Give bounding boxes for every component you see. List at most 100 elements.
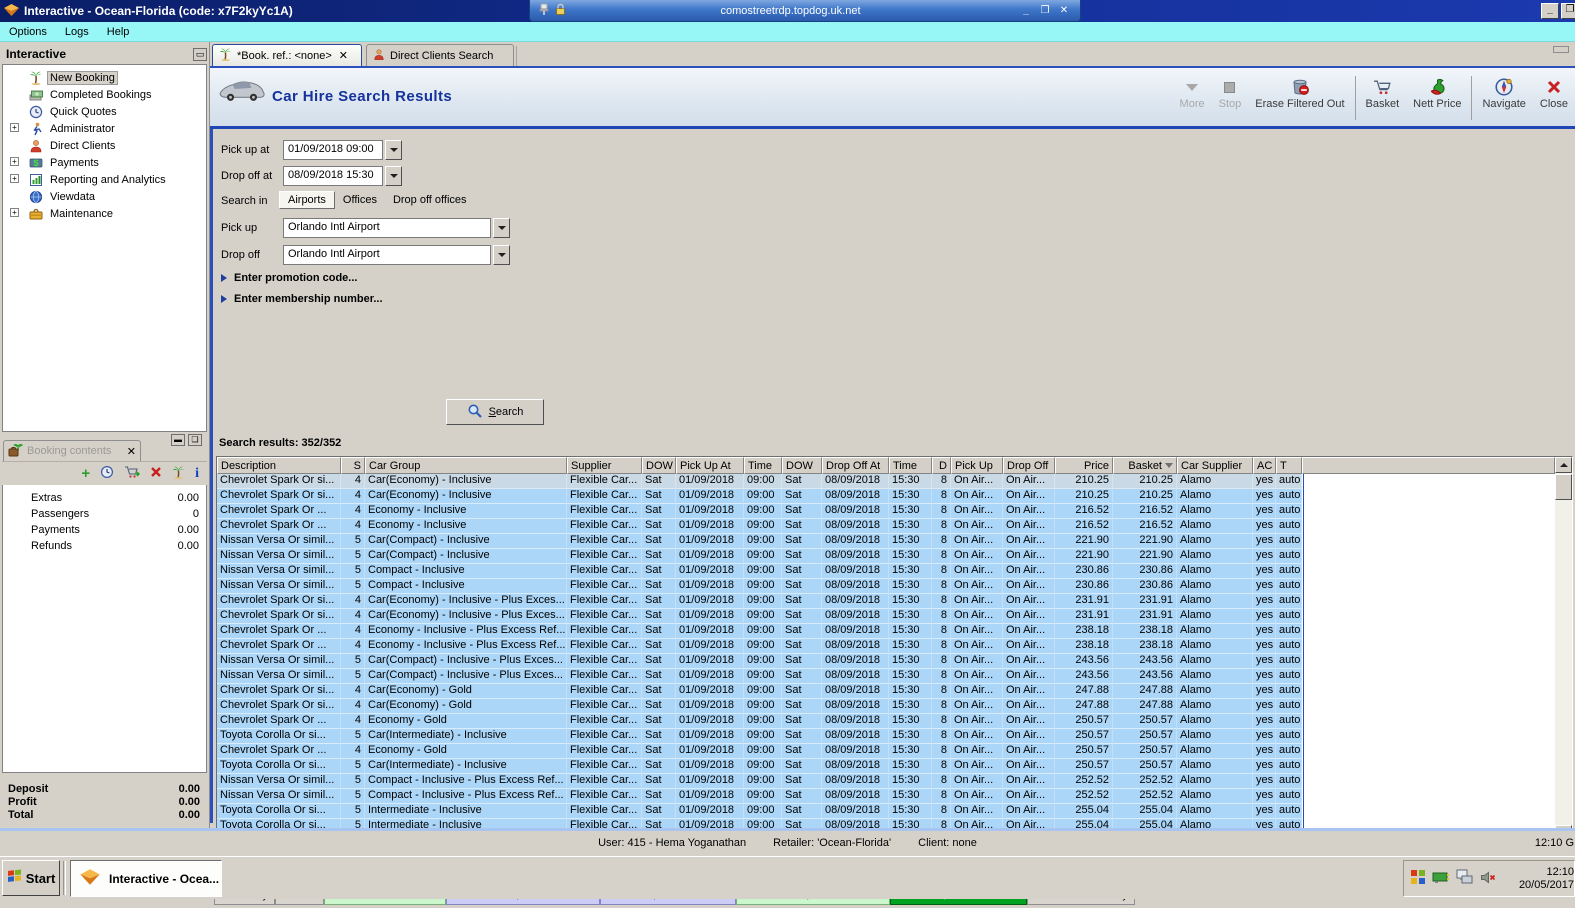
delete-x-icon[interactable] bbox=[150, 466, 162, 481]
result-row[interactable]: Chevrolet Spark Or si... 4 Car(Economy) - … bbox=[217, 609, 1555, 624]
sidebar-item-viewdata[interactable]: Viewdata bbox=[3, 188, 206, 205]
cart-arrow-icon[interactable] bbox=[124, 465, 141, 482]
pin-icon[interactable] bbox=[538, 2, 550, 19]
sidebar-item-administrator[interactable]: + Administrator bbox=[3, 120, 206, 137]
result-row[interactable]: Chevrolet Spark Or ... 4 Economy - Gold Fle… bbox=[217, 744, 1555, 759]
drop-off-at-dropdown-button[interactable] bbox=[385, 166, 402, 186]
tab-close-icon[interactable]: ✕ bbox=[339, 49, 348, 62]
column-header-car-group[interactable]: Car Group bbox=[365, 457, 567, 474]
sidebar-item-reporting[interactable]: + Reporting and Analytics bbox=[3, 171, 206, 188]
result-row[interactable]: Chevrolet Spark Or si... 4 Car(Economy) - … bbox=[217, 699, 1555, 714]
booking-contents-close-icon[interactable]: ✕ bbox=[127, 445, 136, 458]
list-item[interactable]: Extras 0.00 bbox=[3, 491, 206, 507]
sidebar-collapse-button[interactable]: ▭ bbox=[193, 47, 207, 61]
taskbar-app-button[interactable]: Interactive - Ocea... bbox=[70, 860, 222, 897]
pick-up-dropdown-button[interactable] bbox=[493, 218, 510, 238]
result-row[interactable]: Nissan Versa Or simil... 5 Compact - Inclu… bbox=[217, 789, 1555, 804]
result-row[interactable]: Toyota Corolla Or si... 5 Intermediate - I… bbox=[217, 804, 1555, 819]
result-row[interactable]: Nissan Versa Or simil... 5 Compact - Inclu… bbox=[217, 774, 1555, 789]
column-header-t[interactable]: T bbox=[1276, 457, 1302, 474]
result-row[interactable]: Chevrolet Spark Or ... 4 Economy - Inclusi… bbox=[217, 519, 1555, 534]
column-header-dow[interactable]: DOW bbox=[782, 457, 822, 474]
result-row[interactable]: Chevrolet Spark Or si... 4 Car(Economy) - … bbox=[217, 594, 1555, 609]
drop-off-at-input[interactable]: 08/09/2018 15:30 bbox=[283, 166, 383, 186]
sidebar-item-direct-clients[interactable]: Direct Clients bbox=[3, 137, 206, 154]
tab-booking-ref[interactable]: *Book. ref.: <none> ✕ bbox=[212, 44, 362, 66]
search-in-drop-off-offices[interactable]: Drop off offices bbox=[385, 192, 475, 208]
result-row[interactable]: Nissan Versa Or simil...5Car(Compact) - … bbox=[217, 549, 1555, 564]
tray-app-icon[interactable] bbox=[1410, 869, 1426, 888]
expand-plus-icon[interactable]: + bbox=[10, 123, 19, 132]
sidebar-item-completed-bookings[interactable]: Completed Bookings bbox=[3, 86, 206, 103]
drop-off-dropdown-button[interactable] bbox=[493, 245, 510, 265]
result-row[interactable]: Chevrolet Spark Or si... 4 Car(Economy) - … bbox=[217, 474, 1555, 489]
list-item[interactable]: Refunds 0.00 bbox=[3, 539, 206, 555]
result-row[interactable]: Nissan Versa Or simil...5Car(Compact) - … bbox=[217, 534, 1555, 549]
sidebar-item-maintenance[interactable]: + Maintenance bbox=[3, 205, 206, 222]
result-row[interactable]: Chevrolet Spark Or ... 4 Economy - Inclusi… bbox=[217, 504, 1555, 519]
tab-direct-clients-search[interactable]: Direct Clients Search bbox=[366, 44, 514, 66]
promotion-code-expander[interactable]: Enter promotion code... bbox=[221, 272, 357, 284]
network-card-icon[interactable] bbox=[1432, 870, 1450, 887]
sidebar-item-new-booking[interactable]: New Booking bbox=[3, 69, 206, 86]
column-header-s[interactable]: S bbox=[341, 457, 365, 474]
add-icon[interactable]: + bbox=[81, 466, 90, 481]
close-button[interactable]: Close bbox=[1533, 72, 1575, 110]
pick-up-at-input[interactable]: 01/09/2018 09:00 bbox=[283, 140, 383, 160]
search-in-offices[interactable]: Offices bbox=[335, 192, 385, 208]
scroll-up-button[interactable] bbox=[1555, 457, 1572, 473]
column-header-basket[interactable]: Basket bbox=[1113, 457, 1177, 474]
membership-number-expander[interactable]: Enter membership number... bbox=[221, 293, 383, 305]
navigate-button[interactable]: Navigate bbox=[1475, 72, 1532, 110]
nett-price-button[interactable]: Nett Price bbox=[1406, 72, 1468, 110]
sidebar-item-payments[interactable]: + $ Payments bbox=[3, 154, 206, 171]
result-row[interactable]: Chevrolet Spark Or ... 4 Economy - Inclusi… bbox=[217, 639, 1555, 654]
stop-button[interactable]: Stop bbox=[1212, 72, 1249, 110]
booking-contents-maximize-button[interactable]: ❏ bbox=[188, 434, 202, 446]
menu-options[interactable]: Options bbox=[0, 24, 56, 40]
column-header-drop-off[interactable]: Drop Off bbox=[1003, 457, 1055, 474]
column-header-price[interactable]: Price bbox=[1055, 457, 1113, 474]
strip-collapse-button[interactable] bbox=[1553, 46, 1569, 53]
result-row[interactable]: Toyota Corolla Or si... 5 Car(Intermediate… bbox=[217, 729, 1555, 744]
menu-logs[interactable]: Logs bbox=[56, 24, 98, 40]
quote-clock-icon[interactable] bbox=[100, 465, 114, 482]
booking-contents-minimize-button[interactable]: ▬ bbox=[171, 434, 185, 446]
result-row[interactable]: Nissan Versa Or simil...5Car(Compact) - … bbox=[217, 654, 1555, 669]
column-header-dow[interactable]: DOW bbox=[642, 457, 676, 474]
info-icon[interactable]: i bbox=[195, 466, 199, 482]
result-row[interactable]: Chevrolet Spark Or ... 4 Economy - Gold Fle… bbox=[217, 714, 1555, 729]
list-item[interactable]: Payments 0.00 bbox=[3, 523, 206, 539]
column-header-car-supplier[interactable]: Car Supplier bbox=[1177, 457, 1253, 474]
result-row[interactable]: Chevrolet Spark Or ... 4 Economy - Inclusi… bbox=[217, 624, 1555, 639]
vertical-scrollbar[interactable] bbox=[1555, 457, 1572, 841]
scrollbar-thumb[interactable] bbox=[1555, 474, 1572, 500]
column-header-d[interactable]: D bbox=[932, 457, 951, 474]
result-row[interactable]: Nissan Versa Or simil...5Car(Compact) - … bbox=[217, 669, 1555, 684]
rdp-close-button[interactable]: ✕ bbox=[1056, 4, 1072, 18]
expand-plus-icon[interactable]: + bbox=[10, 157, 19, 166]
booking-contents-tab[interactable]: Booking contents ✕ bbox=[3, 440, 141, 461]
column-header-supplier[interactable]: Supplier bbox=[567, 457, 642, 474]
list-item[interactable]: Passengers 0 bbox=[3, 507, 206, 523]
rdp-restore-button[interactable]: ❐ bbox=[1037, 4, 1053, 18]
result-row[interactable]: Toyota Corolla Or si... 5 Car(Intermediate… bbox=[217, 759, 1555, 774]
search-button[interactable]: Search bbox=[446, 399, 544, 425]
column-header-pick-up[interactable]: Pick Up bbox=[951, 457, 1003, 474]
window-restore-button[interactable]: ❐ bbox=[1561, 3, 1575, 19]
pick-up-at-dropdown-button[interactable] bbox=[385, 140, 402, 160]
volume-muted-icon[interactable] bbox=[1480, 870, 1497, 888]
rdp-minimize-button[interactable]: _ bbox=[1018, 4, 1034, 18]
window-minimize-button[interactable]: _ bbox=[1541, 3, 1559, 19]
expand-plus-icon[interactable]: + bbox=[10, 208, 19, 217]
network-computer-icon[interactable] bbox=[1456, 869, 1474, 888]
column-header-ac[interactable]: AC bbox=[1253, 457, 1276, 474]
palm-small-icon[interactable] bbox=[172, 466, 185, 482]
erase-filtered-out-button[interactable]: Erase Filtered Out bbox=[1248, 72, 1351, 110]
sidebar-item-quick-quotes[interactable]: Quick Quotes bbox=[3, 103, 206, 120]
search-in-airports[interactable]: Airports bbox=[279, 191, 335, 209]
basket-button[interactable]: Basket bbox=[1359, 72, 1407, 110]
column-header-time[interactable]: Time bbox=[744, 457, 782, 474]
expand-plus-icon[interactable]: + bbox=[10, 174, 19, 183]
drop-off-combo[interactable]: Orlando Intl Airport bbox=[283, 245, 491, 265]
